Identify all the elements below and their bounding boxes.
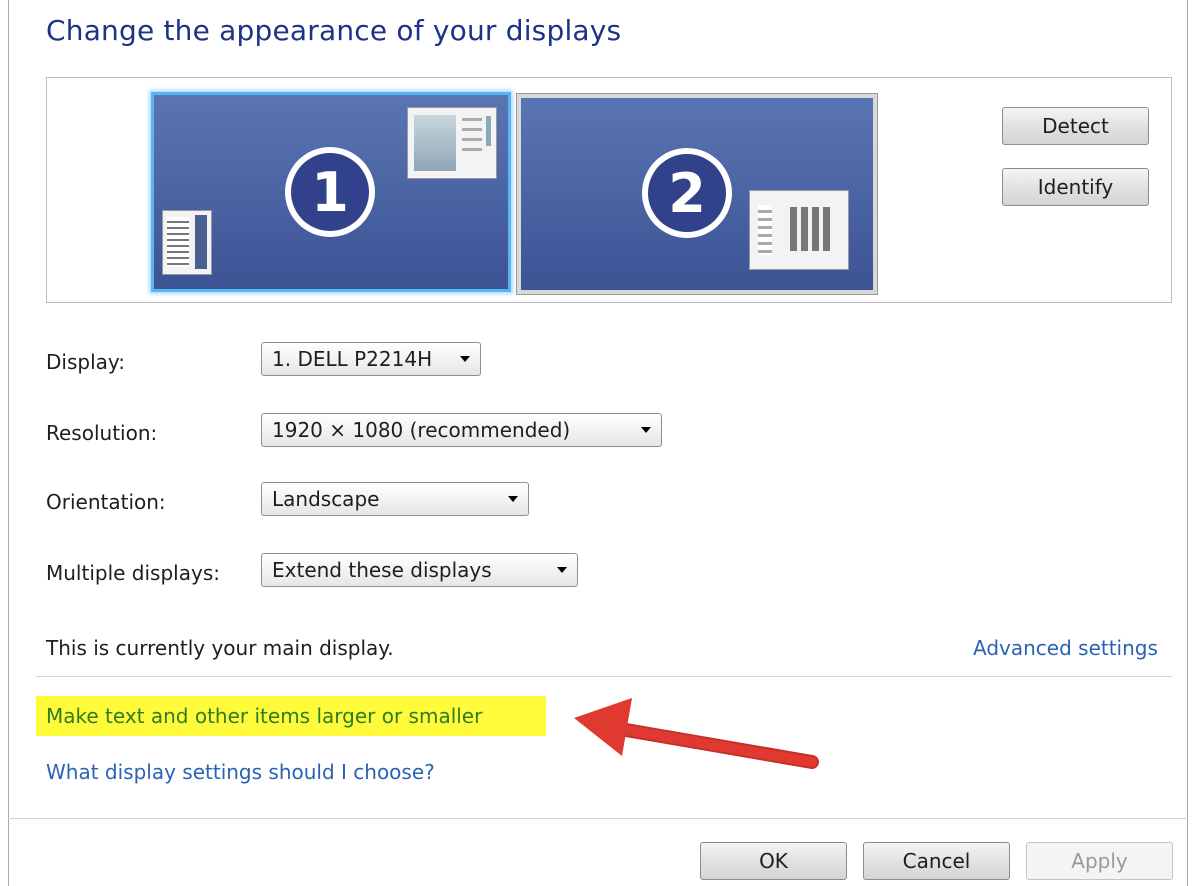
orientation-label: Orientation: <box>46 490 166 514</box>
display-select[interactable]: 1. DELL P2214H <box>261 342 481 376</box>
mini-gadget-icon <box>162 210 212 275</box>
orientation-select[interactable]: Landscape <box>261 482 529 516</box>
mini-window-icon <box>407 107 497 179</box>
multiple-displays-select[interactable]: Extend these displays <box>261 553 578 587</box>
orientation-select-value: Landscape <box>272 487 380 511</box>
monitor-number-badge: 2 <box>642 148 732 238</box>
window-right-border <box>1187 0 1188 886</box>
footer-separator <box>8 818 1188 819</box>
display-label: Display: <box>46 350 126 374</box>
chevron-down-icon <box>508 496 518 502</box>
monitor-number: 1 <box>291 153 369 231</box>
separator <box>36 676 1172 677</box>
multiple-displays-select-value: Extend these displays <box>272 558 492 582</box>
resolution-select[interactable]: 1920 × 1080 (recommended) <box>261 413 662 447</box>
mini-window-icon <box>749 190 849 270</box>
detect-button[interactable]: Detect <box>1002 107 1149 145</box>
ok-button[interactable]: OK <box>700 842 847 880</box>
text-size-link[interactable]: Make text and other items larger or smal… <box>46 704 482 728</box>
monitor-1-tile[interactable]: 1 <box>151 92 511 292</box>
multiple-displays-label: Multiple displays: <box>46 561 220 585</box>
chevron-down-icon <box>557 567 567 573</box>
identify-button[interactable]: Identify <box>1002 168 1149 206</box>
chevron-down-icon <box>641 427 651 433</box>
display-help-link[interactable]: What display settings should I choose? <box>46 760 435 784</box>
apply-button[interactable]: Apply <box>1026 842 1173 880</box>
monitor-number: 2 <box>648 154 726 232</box>
red-arrow-icon <box>574 698 819 769</box>
resolution-select-value: 1920 × 1080 (recommended) <box>272 418 571 442</box>
main-display-status: This is currently your main display. <box>46 636 394 660</box>
chevron-down-icon <box>460 356 470 362</box>
monitor-2-tile[interactable]: 2 <box>516 93 878 295</box>
page-title: Change the appearance of your displays <box>46 14 622 47</box>
advanced-settings-link[interactable]: Advanced settings <box>973 636 1158 660</box>
window-left-border <box>8 0 9 886</box>
cancel-button[interactable]: Cancel <box>863 842 1010 880</box>
display-select-value: 1. DELL P2214H <box>272 347 433 371</box>
monitor-number-badge: 1 <box>285 147 375 237</box>
resolution-label: Resolution: <box>46 421 158 445</box>
